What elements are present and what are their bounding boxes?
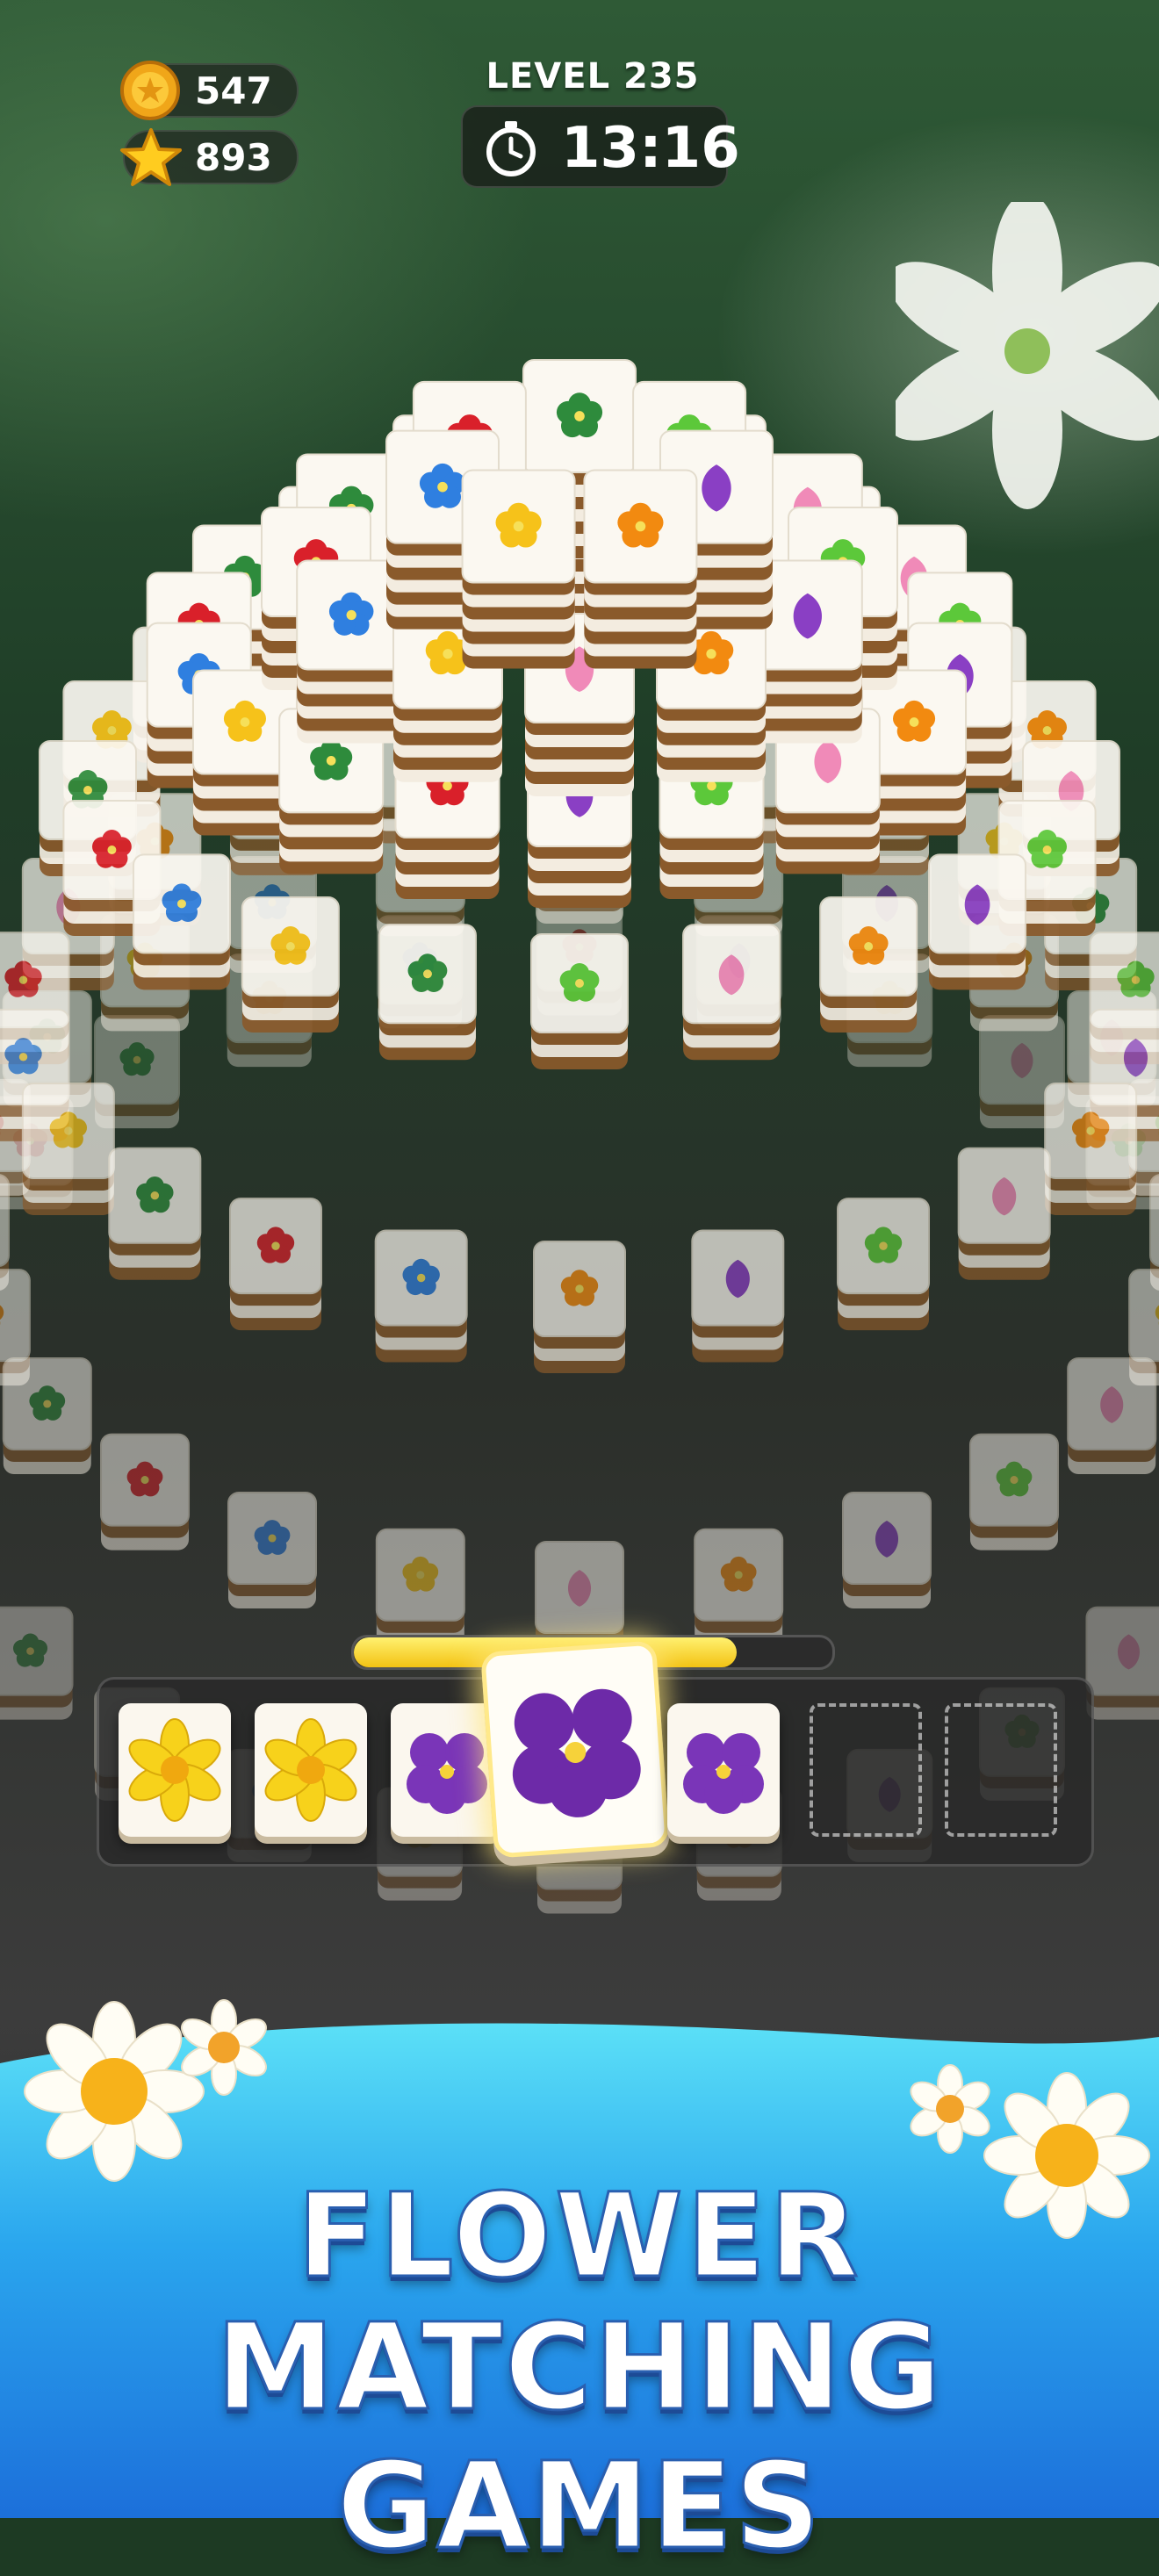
- tower-tile[interactable]: [4, 1358, 91, 1474]
- tray-tile-daffodil[interactable]: [119, 1703, 231, 1837]
- tower-tile[interactable]: [531, 934, 628, 1069]
- coin-counter[interactable]: 547: [123, 63, 299, 118]
- empty-tray-slot: [810, 1703, 922, 1837]
- violet-icon: [485, 1645, 665, 1854]
- tower-tile[interactable]: [230, 1198, 321, 1330]
- tower-tile[interactable]: [843, 1493, 931, 1608]
- tray-tile-violet[interactable]: [667, 1703, 780, 1837]
- tower-tile[interactable]: [1086, 1608, 1159, 1720]
- tower-tile[interactable]: [228, 1493, 316, 1608]
- tower-tile[interactable]: [584, 470, 696, 668]
- stopwatch-icon: [480, 118, 542, 179]
- tower-tile[interactable]: [376, 1231, 467, 1363]
- empty-tray-slot: [945, 1703, 1057, 1837]
- banner-title-line2: MATCHING GAMES: [0, 2299, 1159, 2576]
- star-counter[interactable]: 893: [123, 130, 299, 184]
- tower-tile[interactable]: [0, 1608, 73, 1720]
- banner-title-line1: FLOWER: [0, 2169, 1159, 2304]
- violet-icon: [667, 1703, 780, 1837]
- tower-tile[interactable]: [23, 1083, 114, 1215]
- daisy-decoration-left: [0, 1993, 299, 2195]
- tower-tile[interactable]: [929, 854, 1026, 989]
- tower-tile[interactable]: [683, 925, 780, 1060]
- tower-tile[interactable]: [1068, 1358, 1155, 1474]
- tower-tile[interactable]: [838, 1198, 929, 1330]
- tower-tile[interactable]: [379, 925, 476, 1060]
- daffodil-icon: [255, 1703, 367, 1837]
- timer-value: 13:16: [561, 116, 740, 181]
- tower-tile[interactable]: [377, 1529, 464, 1645]
- tower-tile[interactable]: [242, 897, 339, 1033]
- tower-tile[interactable]: [692, 1231, 783, 1363]
- level-timer: 13:16: [461, 105, 728, 188]
- tray-tile-daffodil[interactable]: [255, 1703, 367, 1837]
- selected-tile-violet[interactable]: [480, 1640, 670, 1858]
- tower-tile[interactable]: [970, 1435, 1058, 1551]
- level-label: LEVEL 235: [461, 56, 724, 97]
- coin-icon: [119, 60, 181, 121]
- tower-tile[interactable]: [1045, 1083, 1136, 1215]
- tower-tile[interactable]: [101, 1435, 189, 1551]
- tower-tile[interactable]: [695, 1529, 782, 1645]
- tower-tile[interactable]: [534, 1241, 625, 1373]
- tower-tile[interactable]: [820, 897, 917, 1033]
- tower-tile[interactable]: [133, 854, 230, 989]
- tower-tile[interactable]: [109, 1148, 200, 1280]
- tower-tile[interactable]: [463, 470, 575, 668]
- star-icon: [119, 126, 183, 190]
- tower-tile[interactable]: [959, 1148, 1050, 1280]
- daffodil-icon: [119, 1703, 231, 1837]
